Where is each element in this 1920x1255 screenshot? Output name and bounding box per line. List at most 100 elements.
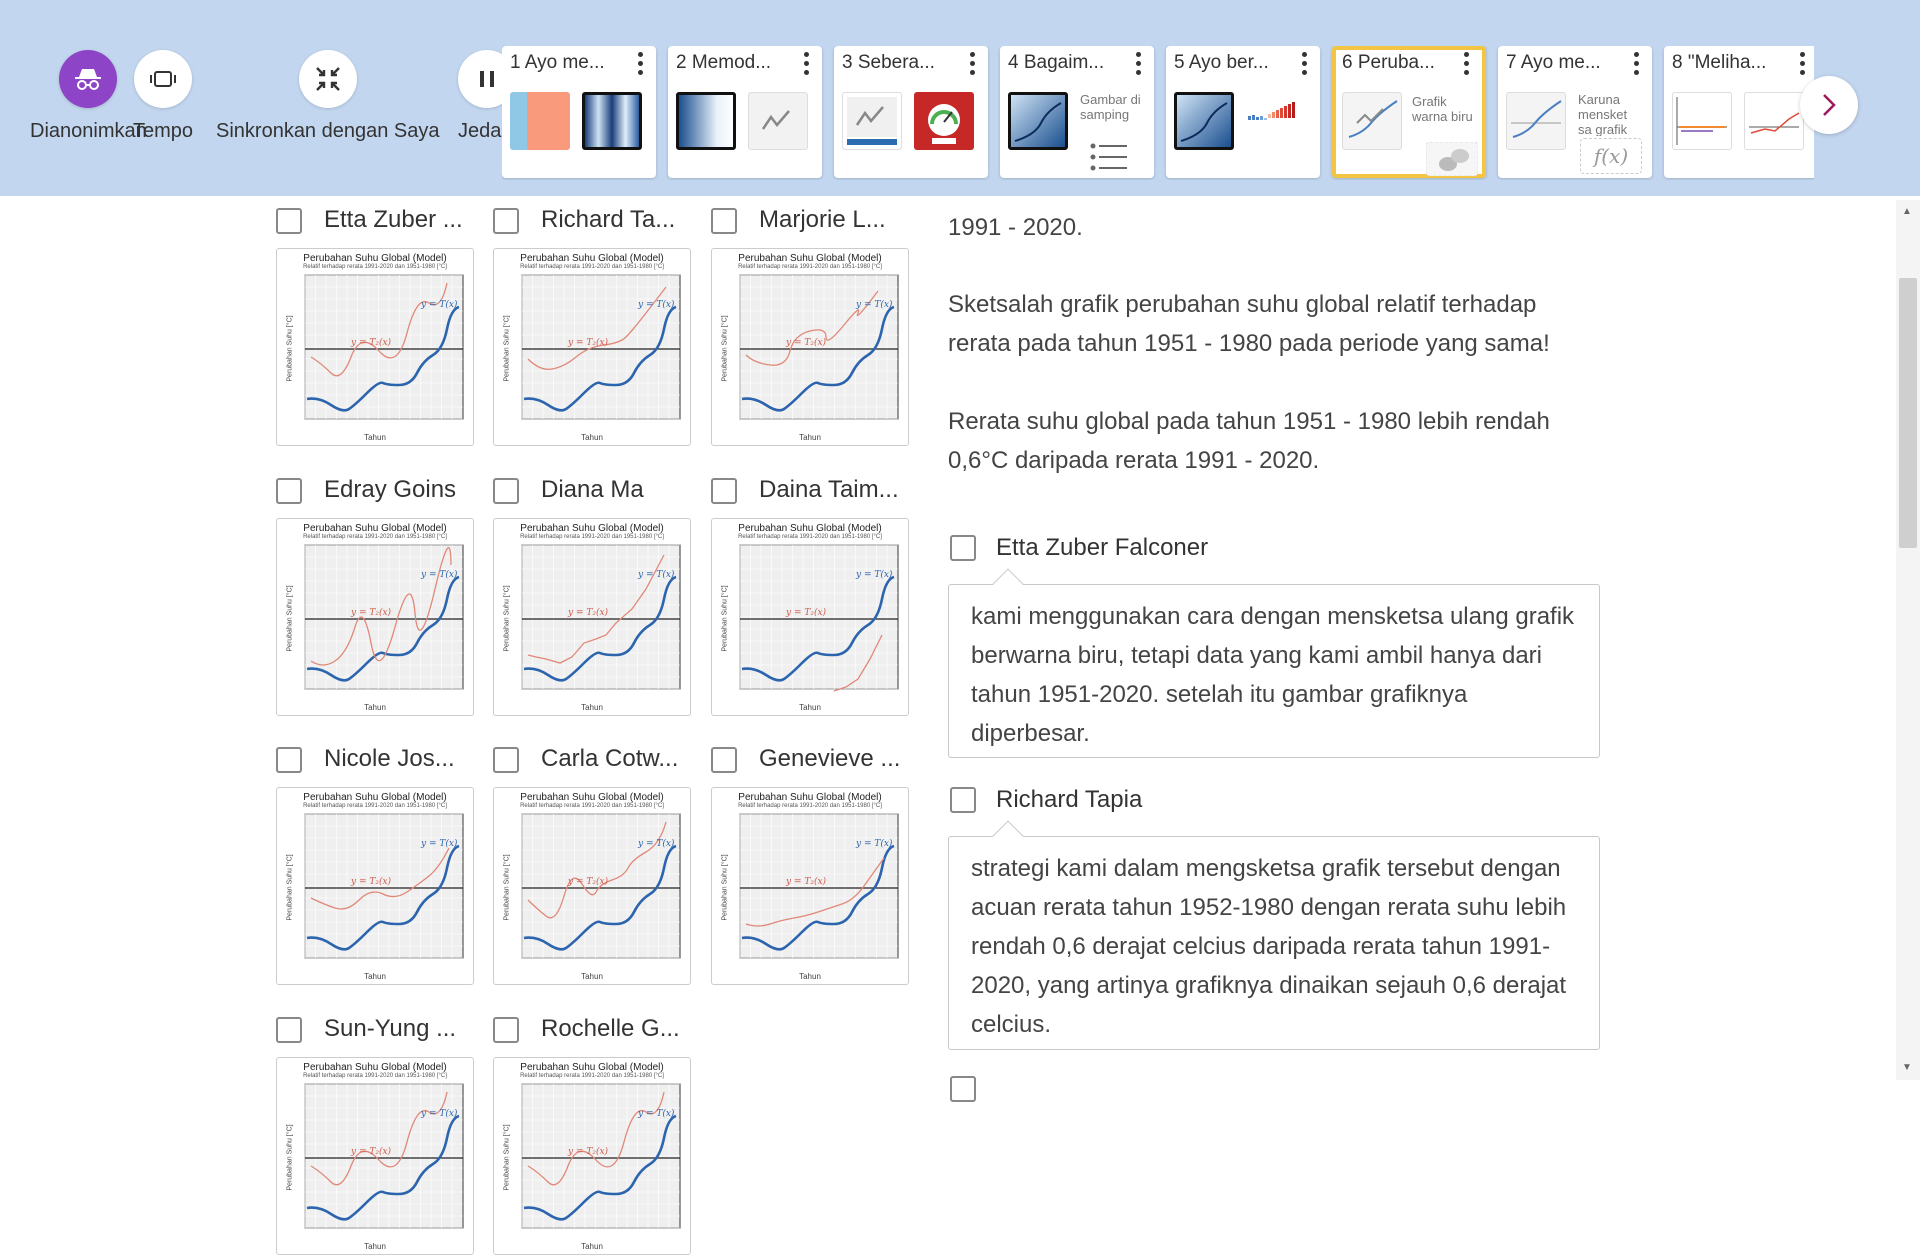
more-options-icon[interactable] xyxy=(1302,52,1308,75)
sync-icon[interactable] xyxy=(298,50,357,108)
slide-thumb-1[interactable]: 1 Ayo me... xyxy=(502,46,656,178)
student-name: Etta Zuber ... xyxy=(324,206,463,233)
sync-control[interactable]: Sinkronkan dengan Saya xyxy=(216,50,440,143)
blue-curve-label: y = T(x) xyxy=(637,838,675,849)
more-options-icon[interactable] xyxy=(1136,52,1142,75)
slide-thumb-3[interactable]: 3 Sebera... xyxy=(834,46,988,178)
red-curve-label: y = T₂(x) xyxy=(567,607,609,618)
more-options-icon[interactable] xyxy=(1800,52,1806,75)
slide-thumb-4[interactable]: 4 Bagaim... Gambar di samping xyxy=(1000,46,1154,178)
graph-title: Perubahan Suhu Global (Model) xyxy=(520,523,664,534)
graph-ylabel: Perubahan Suhu [°C] xyxy=(286,1124,294,1191)
graph-ylabel: Perubahan Suhu [°C] xyxy=(721,854,729,921)
slide-preview xyxy=(676,92,736,150)
student-checkbox[interactable] xyxy=(711,478,737,504)
graph-xlabel: Tahun xyxy=(364,703,386,712)
graph-title: Perubahan Suhu Global (Model) xyxy=(520,253,664,264)
graph-subtitle: Relatif terhadap rerata 1991-2020 dan 19… xyxy=(738,264,882,270)
student-sketch-thumbnail[interactable]: Perubahan Suhu Global (Model) Relatif ter… xyxy=(711,787,909,985)
graph-title: Perubahan Suhu Global (Model) xyxy=(303,1062,447,1073)
chevron-right-icon xyxy=(1823,94,1836,116)
slide-preview xyxy=(1174,92,1234,150)
blue-curve-label: y = T(x) xyxy=(420,838,458,849)
graph-subtitle: Relatif terhadap rerata 1991-2020 dan 19… xyxy=(520,1073,664,1079)
anonymize-label: Dianonimkan xyxy=(30,120,147,142)
student-checkbox[interactable] xyxy=(493,1017,519,1043)
slide-title: 6 Peruba... xyxy=(1342,52,1435,73)
blue-curve-label: y = T(x) xyxy=(420,569,458,580)
pace-icon[interactable] xyxy=(134,50,193,108)
gauge-icon xyxy=(914,92,974,150)
student-name: Richard Ta... xyxy=(541,206,676,233)
student-sketch-thumbnail[interactable]: Perubahan Suhu Global (Model) Relatif ter… xyxy=(711,248,909,446)
student-checkbox[interactable] xyxy=(276,208,302,234)
student-sketch-thumbnail[interactable]: Perubahan Suhu Global (Model) Relatif ter… xyxy=(276,1057,474,1255)
graph-subtitle: Relatif terhadap rerata 1991-2020 dan 19… xyxy=(520,803,664,809)
graph-subtitle: Relatif terhadap rerata 1991-2020 dan 19… xyxy=(520,264,664,270)
student-sketch-thumbnail[interactable]: Perubahan Suhu Global (Model) Relatif ter… xyxy=(493,248,691,446)
student-sketch-thumbnail[interactable]: Perubahan Suhu Global (Model) Relatif ter… xyxy=(276,248,474,446)
response-bubble: kami menggunakan cara dengan mensketsa u… xyxy=(948,568,1600,758)
pace-control[interactable]: Tempo xyxy=(133,50,193,143)
response-checkbox[interactable] xyxy=(950,787,976,813)
slide-thumb-7[interactable]: 7 Ayo me... Karuna mensket sa grafik f(x… xyxy=(1498,46,1652,178)
student-checkbox[interactable] xyxy=(493,478,519,504)
anonymize-control[interactable]: Dianonimkan xyxy=(30,50,147,143)
scrollbar-thumb[interactable] xyxy=(1899,278,1917,548)
student-checkbox[interactable] xyxy=(276,478,302,504)
discussion-icon xyxy=(1425,141,1479,180)
prompt-hint: Rerata suhu global pada tahun 1951 - 198… xyxy=(948,408,1550,474)
slide-thumb-5[interactable]: 5 Ayo ber... xyxy=(1166,46,1320,178)
blue-curve-label: y = T(x) xyxy=(855,299,893,310)
student-checkbox[interactable] xyxy=(276,1017,302,1043)
graph-subtitle: Relatif terhadap rerata 1991-2020 dan 19… xyxy=(303,264,447,270)
page-scrollbar[interactable]: ▲ ▼ xyxy=(1896,200,1920,1080)
more-options-icon[interactable] xyxy=(804,52,810,75)
slide-thumb-6[interactable]: 6 Peruba... Grafik warna biru xyxy=(1332,46,1486,178)
student-checkbox[interactable] xyxy=(276,747,302,773)
response-student-name: Etta Zuber Falconer xyxy=(996,534,1209,561)
graph-ylabel: Perubahan Suhu [°C] xyxy=(286,585,294,652)
slide-thumb-2[interactable]: 2 Memod... xyxy=(668,46,822,178)
scroll-up-icon[interactable]: ▲ xyxy=(1902,206,1912,217)
red-curve-label: y = T₂(x) xyxy=(785,337,827,348)
student-sketch-thumbnail[interactable]: Perubahan Suhu Global (Model) Relatif ter… xyxy=(711,518,909,716)
slide-preview xyxy=(582,92,642,150)
student-checkbox[interactable] xyxy=(493,208,519,234)
student-sketch-thumbnail[interactable]: Perubahan Suhu Global (Model) Relatif ter… xyxy=(493,1057,691,1255)
graph-subtitle: Relatif terhadap rerata 1991-2020 dan 19… xyxy=(303,1073,447,1079)
student-sketch-thumbnail[interactable]: Perubahan Suhu Global (Model) Relatif ter… xyxy=(493,787,691,985)
student-sketch-thumbnail[interactable]: Perubahan Suhu Global (Model) Relatif ter… xyxy=(276,787,474,985)
slide-title: 7 Ayo me... xyxy=(1506,52,1601,73)
incognito-icon[interactable] xyxy=(59,50,118,108)
student-name: Sun-Yung ... xyxy=(324,1015,457,1042)
blue-curve-label: y = T(x) xyxy=(855,569,893,580)
graph-title: Perubahan Suhu Global (Model) xyxy=(303,523,447,534)
graph-xlabel: Tahun xyxy=(799,433,821,442)
student-checkbox[interactable] xyxy=(711,747,737,773)
graph-title: Perubahan Suhu Global (Model) xyxy=(520,1062,664,1073)
more-options-icon[interactable] xyxy=(1634,52,1640,75)
more-options-icon[interactable] xyxy=(638,52,644,75)
student-name: Edray Goins xyxy=(324,476,457,503)
response-checkbox[interactable] xyxy=(950,535,976,561)
response-student-name: Richard Tapia xyxy=(996,786,1143,813)
slide-thumb-8[interactable]: 8 "Meliha... xyxy=(1664,46,1814,178)
sketch-preview-icon xyxy=(748,92,808,150)
next-slides-button[interactable] xyxy=(1800,76,1858,134)
student-checkbox[interactable] xyxy=(493,747,519,773)
student-sketch-thumbnail[interactable]: Perubahan Suhu Global (Model) Relatif ter… xyxy=(276,518,474,716)
bubble-tail xyxy=(992,568,1024,600)
more-options-icon[interactable] xyxy=(970,52,976,75)
graph-subtitle: Relatif terhadap rerata 1991-2020 dan 19… xyxy=(738,803,882,809)
prompt-instruction: Sketsalah grafik perubahan suhu global r… xyxy=(948,291,1550,357)
student-name: Carla Cotw... xyxy=(541,745,679,772)
more-options-icon[interactable] xyxy=(1464,52,1470,75)
student-sketch-thumbnail[interactable]: Perubahan Suhu Global (Model) Relatif ter… xyxy=(493,518,691,716)
graph-title: Perubahan Suhu Global (Model) xyxy=(738,253,882,264)
scroll-down-icon[interactable]: ▼ xyxy=(1902,1062,1912,1073)
slide-title: 1 Ayo me... xyxy=(510,52,605,73)
slide-title: 4 Bagaim... xyxy=(1008,52,1105,73)
response-bubble: strategi kami dalam mengsketsa grafik te… xyxy=(948,820,1600,1050)
student-checkbox[interactable] xyxy=(711,208,737,234)
